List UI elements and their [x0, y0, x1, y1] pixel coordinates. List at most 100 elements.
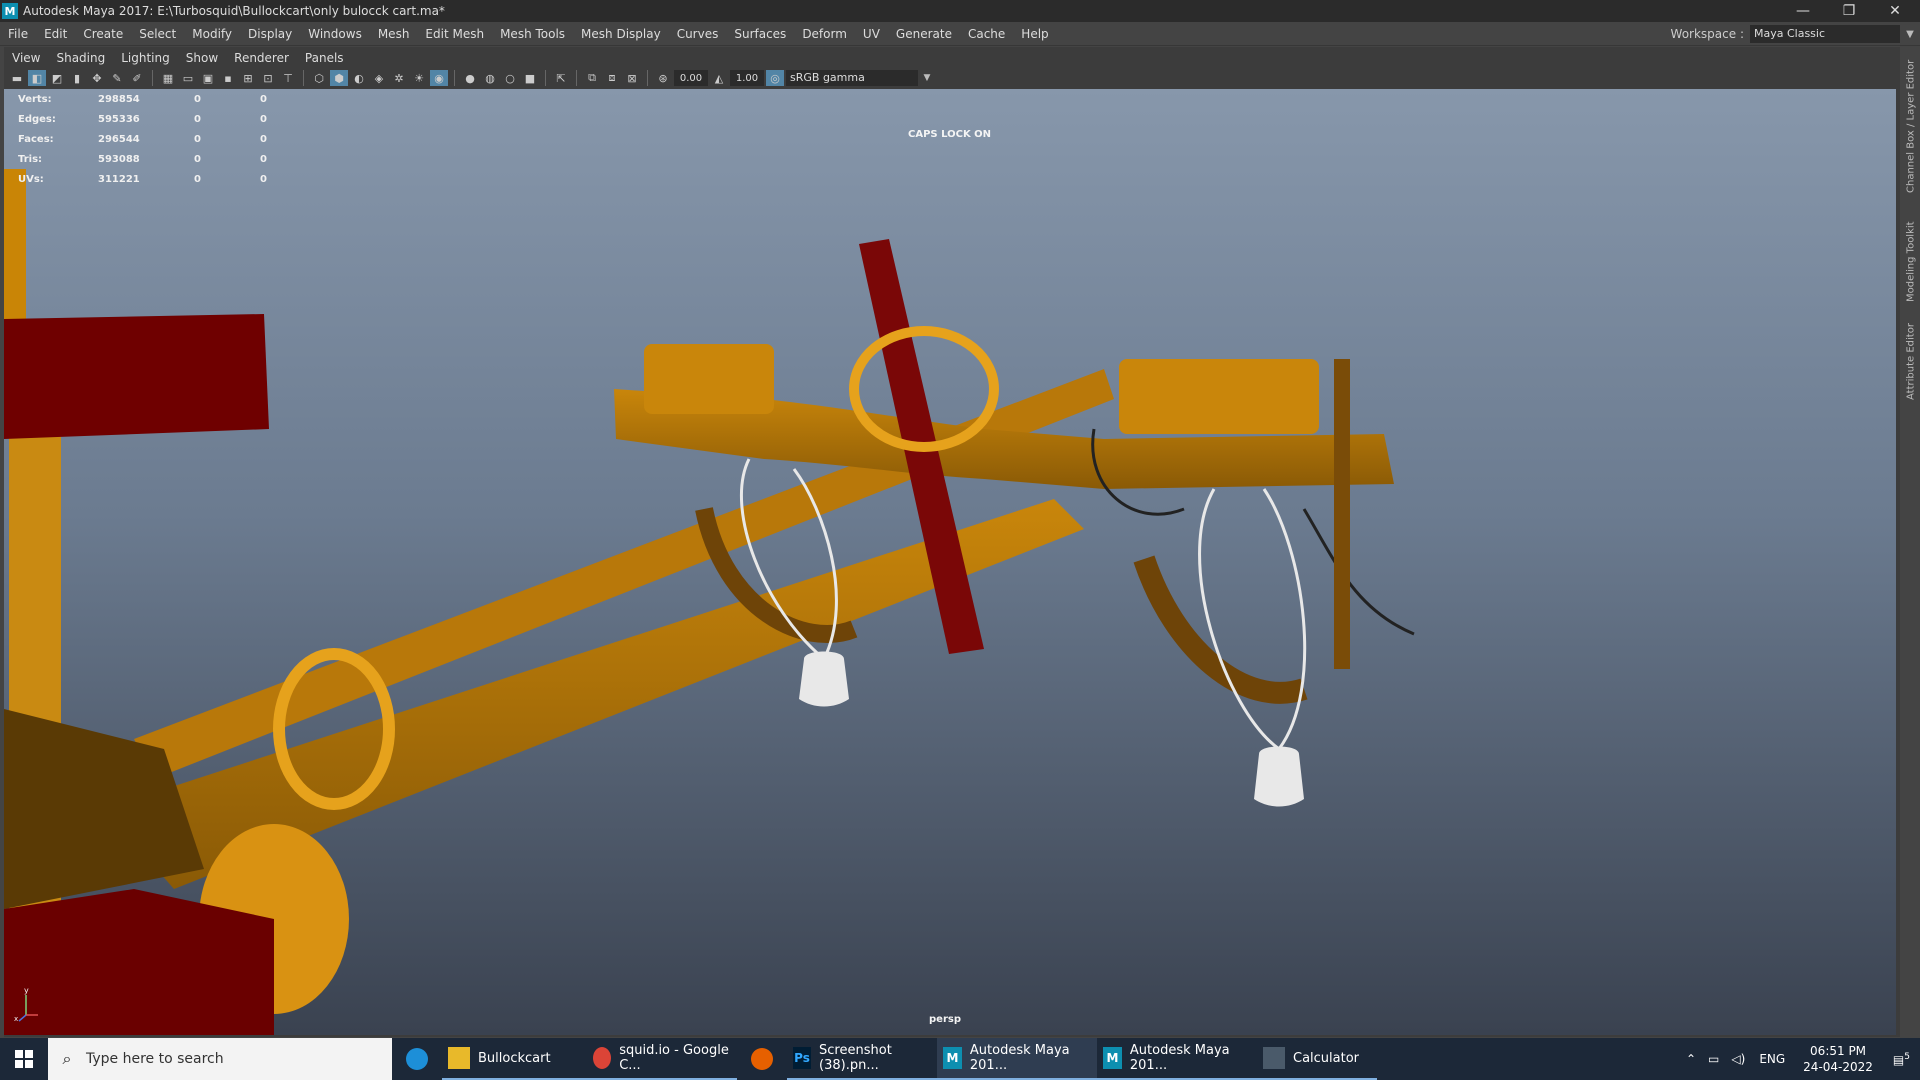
- exposure-field[interactable]: 0.00: [674, 70, 708, 86]
- lights-icon[interactable]: ✲: [390, 70, 408, 86]
- workspace-label: Workspace :: [1670, 27, 1744, 41]
- safe-action-icon[interactable]: ⊡: [259, 70, 277, 86]
- smooth-shade-icon[interactable]: ⬢: [330, 70, 348, 86]
- firefox-app[interactable]: [737, 1038, 787, 1080]
- notification-icon[interactable]: ▤5: [1893, 1052, 1910, 1067]
- taskbar-app-chrome[interactable]: squid.io - Google C...: [587, 1038, 737, 1080]
- workspace-dropdown[interactable]: Maya Classic: [1750, 25, 1900, 43]
- taskbar-app-calculator[interactable]: Calculator: [1257, 1038, 1377, 1080]
- maya-icon: M: [1103, 1047, 1122, 1069]
- view-transform-dropdown[interactable]: sRGB gamma: [786, 70, 918, 86]
- panel-menu-lighting[interactable]: Lighting: [113, 51, 178, 65]
- menu-file[interactable]: File: [0, 22, 36, 46]
- gamma-field[interactable]: 1.00: [730, 70, 764, 86]
- menu-edit-mesh[interactable]: Edit Mesh: [417, 22, 492, 46]
- taskbar-app-label: Autodesk Maya 201...: [969, 1043, 1070, 1073]
- taskbar-app-photoshop[interactable]: Ps Screenshot (38).pn...: [787, 1038, 937, 1080]
- close-button[interactable]: ✕: [1872, 0, 1918, 22]
- panel-menu-view[interactable]: View: [4, 51, 48, 65]
- ambient-occlusion-icon[interactable]: ●: [461, 70, 479, 86]
- menu-modify[interactable]: Modify: [184, 22, 240, 46]
- exposure-icon[interactable]: ⊛: [654, 70, 672, 86]
- camera-icon[interactable]: ▬: [8, 70, 26, 86]
- chevron-down-icon[interactable]: ▼: [1900, 29, 1920, 40]
- start-button[interactable]: [0, 1038, 48, 1080]
- xray-joints-icon[interactable]: ⧉: [583, 70, 601, 86]
- workspace-selector: Workspace : Maya Classic ▼: [1671, 22, 1920, 46]
- taskbar-app-bullockcart[interactable]: Bullockcart: [442, 1038, 587, 1080]
- menu-create[interactable]: Create: [75, 22, 131, 46]
- hud-value: 298854: [98, 93, 140, 105]
- camera-attributes-icon[interactable]: ◧: [28, 70, 46, 86]
- menu-select[interactable]: Select: [131, 22, 184, 46]
- menu-windows[interactable]: Windows: [300, 22, 370, 46]
- film-gate-icon[interactable]: ▭: [179, 70, 197, 86]
- chevron-down-icon[interactable]: ▼: [920, 70, 934, 86]
- grid-icon[interactable]: ▦: [159, 70, 177, 86]
- resolution-gate-icon[interactable]: ▣: [199, 70, 217, 86]
- menu-edit[interactable]: Edit: [36, 22, 75, 46]
- taskbar-app-maya-1[interactable]: M Autodesk Maya 201...: [937, 1038, 1097, 1080]
- main-menu-bar: File Edit Create Select Modify Display W…: [0, 22, 1920, 46]
- menu-mesh-tools[interactable]: Mesh Tools: [492, 22, 573, 46]
- panel-menu-panels[interactable]: Panels: [297, 51, 352, 65]
- menu-mesh-display[interactable]: Mesh Display: [573, 22, 669, 46]
- image-plane-icon[interactable]: ▮: [68, 70, 86, 86]
- perspective-viewport[interactable]: Verts: 298854 0 0 Edges: 595336 0 0 Face…: [4, 89, 1896, 1035]
- tab-modeling-toolkit[interactable]: Modeling Toolkit: [1902, 217, 1920, 307]
- menu-display[interactable]: Display: [240, 22, 300, 46]
- wireframe-on-shaded-icon[interactable]: ◐: [350, 70, 368, 86]
- antialiasing-icon[interactable]: ○: [501, 70, 519, 86]
- textured-icon[interactable]: ◈: [370, 70, 388, 86]
- grease-pencil-icon[interactable]: ✎: [108, 70, 126, 86]
- menu-help[interactable]: Help: [1013, 22, 1056, 46]
- minimize-button[interactable]: —: [1780, 0, 1826, 22]
- taskbar-app-maya-2[interactable]: M Autodesk Maya 201...: [1097, 1038, 1257, 1080]
- right-white-rope: [1198, 488, 1307, 752]
- menu-deform[interactable]: Deform: [794, 22, 855, 46]
- menu-cache[interactable]: Cache: [960, 22, 1013, 46]
- color-management-icon[interactable]: ◎: [766, 70, 784, 86]
- network-icon[interactable]: ▭: [1708, 1052, 1719, 1066]
- chevron-up-icon[interactable]: ⌃: [1686, 1052, 1696, 1066]
- title-bar: M Autodesk Maya 2017: E:\Turbosquid\Bull…: [0, 0, 1920, 22]
- field-chart-icon[interactable]: ⊞: [239, 70, 257, 86]
- language-indicator[interactable]: ENG: [1759, 1052, 1785, 1066]
- xray-icon[interactable]: ⇱: [552, 70, 570, 86]
- shadows-icon[interactable]: ☀: [410, 70, 428, 86]
- bookmark-icon[interactable]: ◩: [48, 70, 66, 86]
- clock[interactable]: 06:51 PM 24-04-2022: [1803, 1043, 1873, 1075]
- hud-label: UVs:: [18, 173, 44, 185]
- isolate-select-icon[interactable]: ◉: [430, 70, 448, 86]
- backface-culling-icon[interactable]: ⊠: [623, 70, 641, 86]
- window-title: Autodesk Maya 2017: E:\Turbosquid\Bulloc…: [23, 4, 445, 18]
- panel-menu-shading[interactable]: Shading: [48, 51, 113, 65]
- xray-components-icon[interactable]: ⧈: [603, 70, 621, 86]
- safe-title-icon[interactable]: ⊤: [279, 70, 297, 86]
- menu-uv[interactable]: UV: [855, 22, 888, 46]
- hud-value: 0: [260, 133, 267, 145]
- gate-mask-icon[interactable]: ▪: [219, 70, 237, 86]
- menu-curves[interactable]: Curves: [669, 22, 727, 46]
- panel-menu-show[interactable]: Show: [178, 51, 226, 65]
- menu-surfaces[interactable]: Surfaces: [726, 22, 794, 46]
- taskbar-search-box[interactable]: ⌕ Type here to search: [48, 1038, 392, 1080]
- menu-mesh[interactable]: Mesh: [370, 22, 418, 46]
- wireframe-icon[interactable]: ⬡: [310, 70, 328, 86]
- hud-value: 0: [194, 133, 201, 145]
- hud-row-verts: Verts: 298854 0 0: [18, 89, 300, 109]
- brush-icon[interactable]: ✐: [128, 70, 146, 86]
- gamma-icon[interactable]: ◭: [710, 70, 728, 86]
- depth-of-field-icon[interactable]: ■: [521, 70, 539, 86]
- tab-attribute-editor[interactable]: Attribute Editor: [1902, 317, 1920, 407]
- two-d-pan-icon[interactable]: ✥: [88, 70, 106, 86]
- hud-value: 0: [194, 113, 201, 125]
- motion-blur-icon[interactable]: ◍: [481, 70, 499, 86]
- menu-generate[interactable]: Generate: [888, 22, 960, 46]
- tab-channel-box[interactable]: Channel Box / Layer Editor: [1902, 51, 1920, 201]
- edge-app[interactable]: [392, 1038, 442, 1080]
- left-post-upper: [4, 169, 26, 339]
- restore-button[interactable]: ❐: [1826, 0, 1872, 22]
- panel-menu-renderer[interactable]: Renderer: [226, 51, 297, 65]
- volume-icon[interactable]: ◁): [1731, 1052, 1745, 1066]
